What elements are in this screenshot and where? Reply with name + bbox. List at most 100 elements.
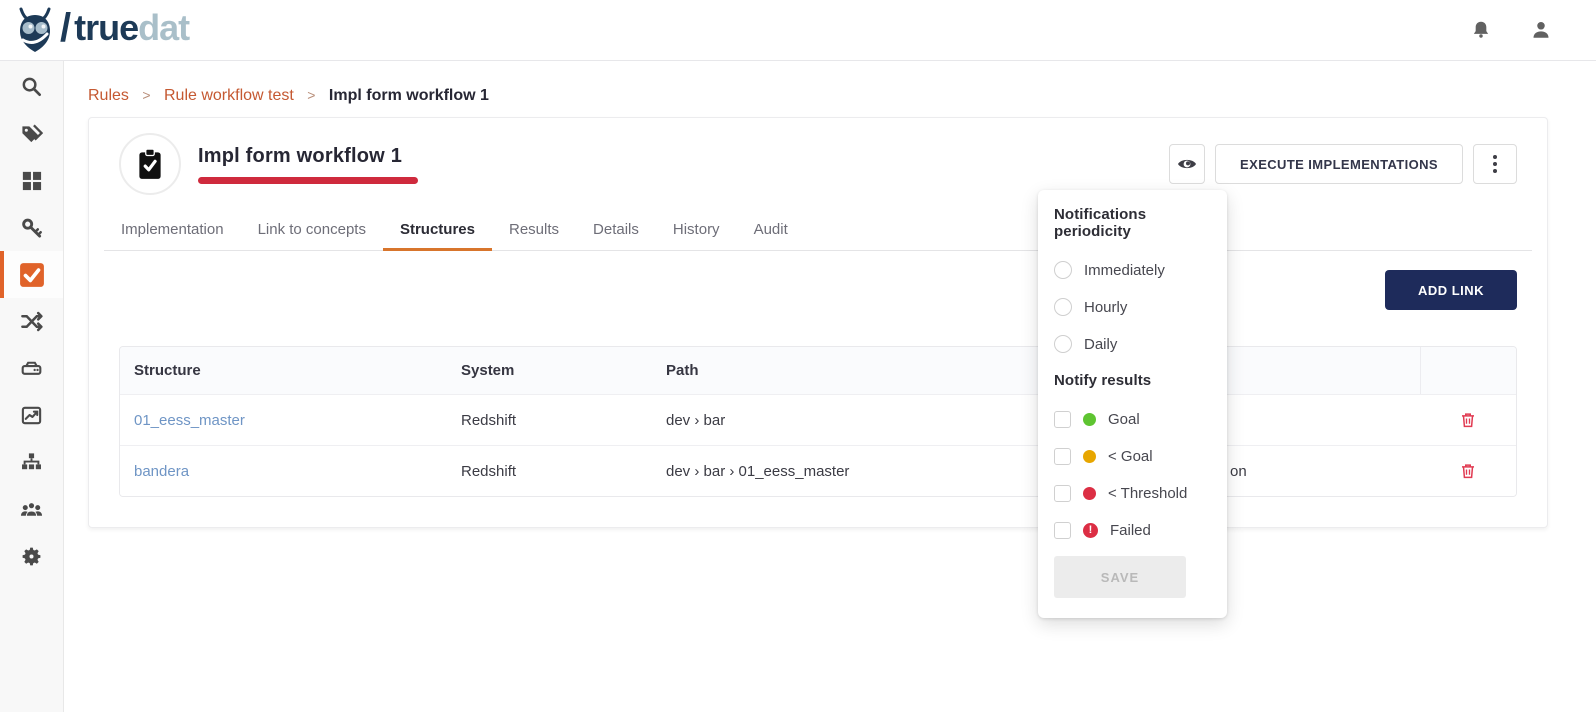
brand-logo[interactable]: / truedat <box>14 7 189 53</box>
radio-label: Daily <box>1084 336 1117 353</box>
checkbox-icon[interactable] <box>1054 448 1071 465</box>
main-content: Rules > Rule workflow test > Impl form w… <box>64 61 1596 712</box>
checkbox-option-below-goal[interactable]: < Goal <box>1054 447 1211 465</box>
sidebar-nav <box>0 61 64 712</box>
preview-eye-button[interactable] <box>1169 144 1205 184</box>
tab-link-to-concepts[interactable]: Link to concepts <box>241 211 383 250</box>
brand-text-dat: dat <box>138 7 189 48</box>
sidebar-item-dashboard[interactable] <box>0 157 63 204</box>
notifications-popup: Notifications periodicity Immediately Ho… <box>1038 190 1227 618</box>
actions-cell <box>1420 395 1516 445</box>
page-title: Impl form workflow 1 <box>198 145 418 168</box>
checkbox-option-goal[interactable]: Goal <box>1054 410 1211 428</box>
structure-link[interactable]: bandera <box>134 463 189 480</box>
breadcrumb-current: Impl form workflow 1 <box>329 87 489 104</box>
key-icon <box>20 216 43 239</box>
checkbox-option-below-threshold[interactable]: < Threshold <box>1054 484 1211 502</box>
gear-icon <box>20 545 43 568</box>
breadcrumb-separator: > <box>307 87 315 103</box>
checkbox-label: Goal <box>1108 411 1140 428</box>
title-block: Impl form workflow 1 <box>198 145 418 184</box>
column-header-system: System <box>447 347 652 394</box>
checkbox-icon[interactable] <box>1054 522 1071 539</box>
chart-icon <box>20 404 43 427</box>
dashboard-grid-icon <box>20 169 43 192</box>
below-goal-status-dot-icon <box>1083 450 1096 463</box>
breadcrumb-link-rules[interactable]: Rules <box>88 87 129 104</box>
tab-history[interactable]: History <box>656 211 737 250</box>
radio-option-hourly[interactable]: Hourly <box>1054 298 1211 316</box>
notifications-bell-icon[interactable] <box>1470 19 1492 41</box>
sitemap-icon <box>20 451 43 474</box>
structures-toolbar: ADD LINK <box>119 270 1517 310</box>
sidebar-item-permissions[interactable] <box>0 204 63 251</box>
save-button[interactable]: SAVE <box>1054 556 1186 598</box>
card-header: Impl form workflow 1 EXECUTE IMPLEMENTAT… <box>119 133 1517 195</box>
system-cell: Redshift <box>447 396 652 445</box>
tab-label: Structures <box>400 221 475 238</box>
result-status-bar <box>198 177 418 184</box>
delete-link-trash-icon[interactable] <box>1459 411 1477 429</box>
tab-details[interactable]: Details <box>576 211 656 250</box>
more-options-kebab-button[interactable] <box>1473 144 1517 184</box>
users-group-icon <box>20 498 43 521</box>
structure-link[interactable]: 01_eess_master <box>134 412 245 429</box>
brand-slash: / <box>60 8 71 48</box>
sidebar-item-tags[interactable] <box>0 110 63 157</box>
table-header-row: Structure System Path <box>120 347 1516 394</box>
execute-implementations-button[interactable]: EXECUTE IMPLEMENTATIONS <box>1215 144 1463 184</box>
tab-bar: Implementation Link to concepts Structur… <box>104 211 1532 251</box>
tab-label: Details <box>593 221 639 238</box>
checkbox-option-failed[interactable]: Failed <box>1054 521 1211 539</box>
breadcrumb-link-rule-workflow-test[interactable]: Rule workflow test <box>164 87 294 104</box>
failed-alert-icon <box>1083 523 1098 538</box>
checkbox-icon[interactable] <box>1054 485 1071 502</box>
table-row: 01_eess_master Redshift dev › bar <box>120 394 1516 445</box>
checkbox-label: < Goal <box>1108 448 1153 465</box>
sidebar-item-users[interactable] <box>0 486 63 533</box>
search-icon <box>20 75 43 98</box>
radio-icon[interactable] <box>1054 298 1072 316</box>
topbar-actions <box>1470 19 1566 41</box>
column-header-actions <box>1420 347 1516 394</box>
below-threshold-status-dot-icon <box>1083 487 1096 500</box>
sidebar-item-charts[interactable] <box>0 392 63 439</box>
radio-icon[interactable] <box>1054 335 1072 353</box>
sidebar-item-hierarchy[interactable] <box>0 439 63 486</box>
topbar: / truedat <box>0 0 1596 61</box>
shuffle-icon <box>20 310 43 333</box>
sidebar-item-search[interactable] <box>0 63 63 110</box>
tags-icon <box>20 122 43 145</box>
add-link-button[interactable]: ADD LINK <box>1385 270 1517 310</box>
delete-link-trash-icon[interactable] <box>1459 462 1477 480</box>
drive-icon <box>20 357 43 380</box>
tab-label: Link to concepts <box>258 221 366 238</box>
eye-icon <box>1177 157 1197 171</box>
radio-icon[interactable] <box>1054 261 1072 279</box>
goal-status-dot-icon <box>1083 413 1096 426</box>
sidebar-item-settings[interactable] <box>0 533 63 580</box>
radio-option-immediately[interactable]: Immediately <box>1054 261 1211 279</box>
tab-results[interactable]: Results <box>492 211 576 250</box>
tab-implementation[interactable]: Implementation <box>104 211 241 250</box>
structure-cell: bandera <box>120 447 447 496</box>
radio-option-daily[interactable]: Daily <box>1054 335 1211 353</box>
column-header-structure: Structure <box>120 347 447 394</box>
periodicity-title: Notifications periodicity <box>1054 206 1211 240</box>
user-profile-icon[interactable] <box>1530 19 1552 41</box>
tab-structures[interactable]: Structures <box>383 211 492 250</box>
notify-results-title: Notify results <box>1054 372 1211 389</box>
sidebar-item-systems[interactable] <box>0 345 63 392</box>
breadcrumb: Rules > Rule workflow test > Impl form w… <box>64 61 1596 105</box>
sidebar-item-quality-active[interactable] <box>0 251 63 298</box>
clipboard-check-icon <box>134 147 166 181</box>
structures-table: Structure System Path 01_eess_master Red… <box>119 346 1517 497</box>
table-row: bandera Redshift dev › bar › 01_eess_mas… <box>120 445 1516 496</box>
kebab-dots-icon <box>1493 155 1497 173</box>
sidebar-item-lineage[interactable] <box>0 298 63 345</box>
radio-label: Immediately <box>1084 262 1165 279</box>
brand-wordmark: truedat <box>74 10 189 46</box>
tab-audit[interactable]: Audit <box>737 211 805 250</box>
radio-label: Hourly <box>1084 299 1127 316</box>
checkbox-icon[interactable] <box>1054 411 1071 428</box>
